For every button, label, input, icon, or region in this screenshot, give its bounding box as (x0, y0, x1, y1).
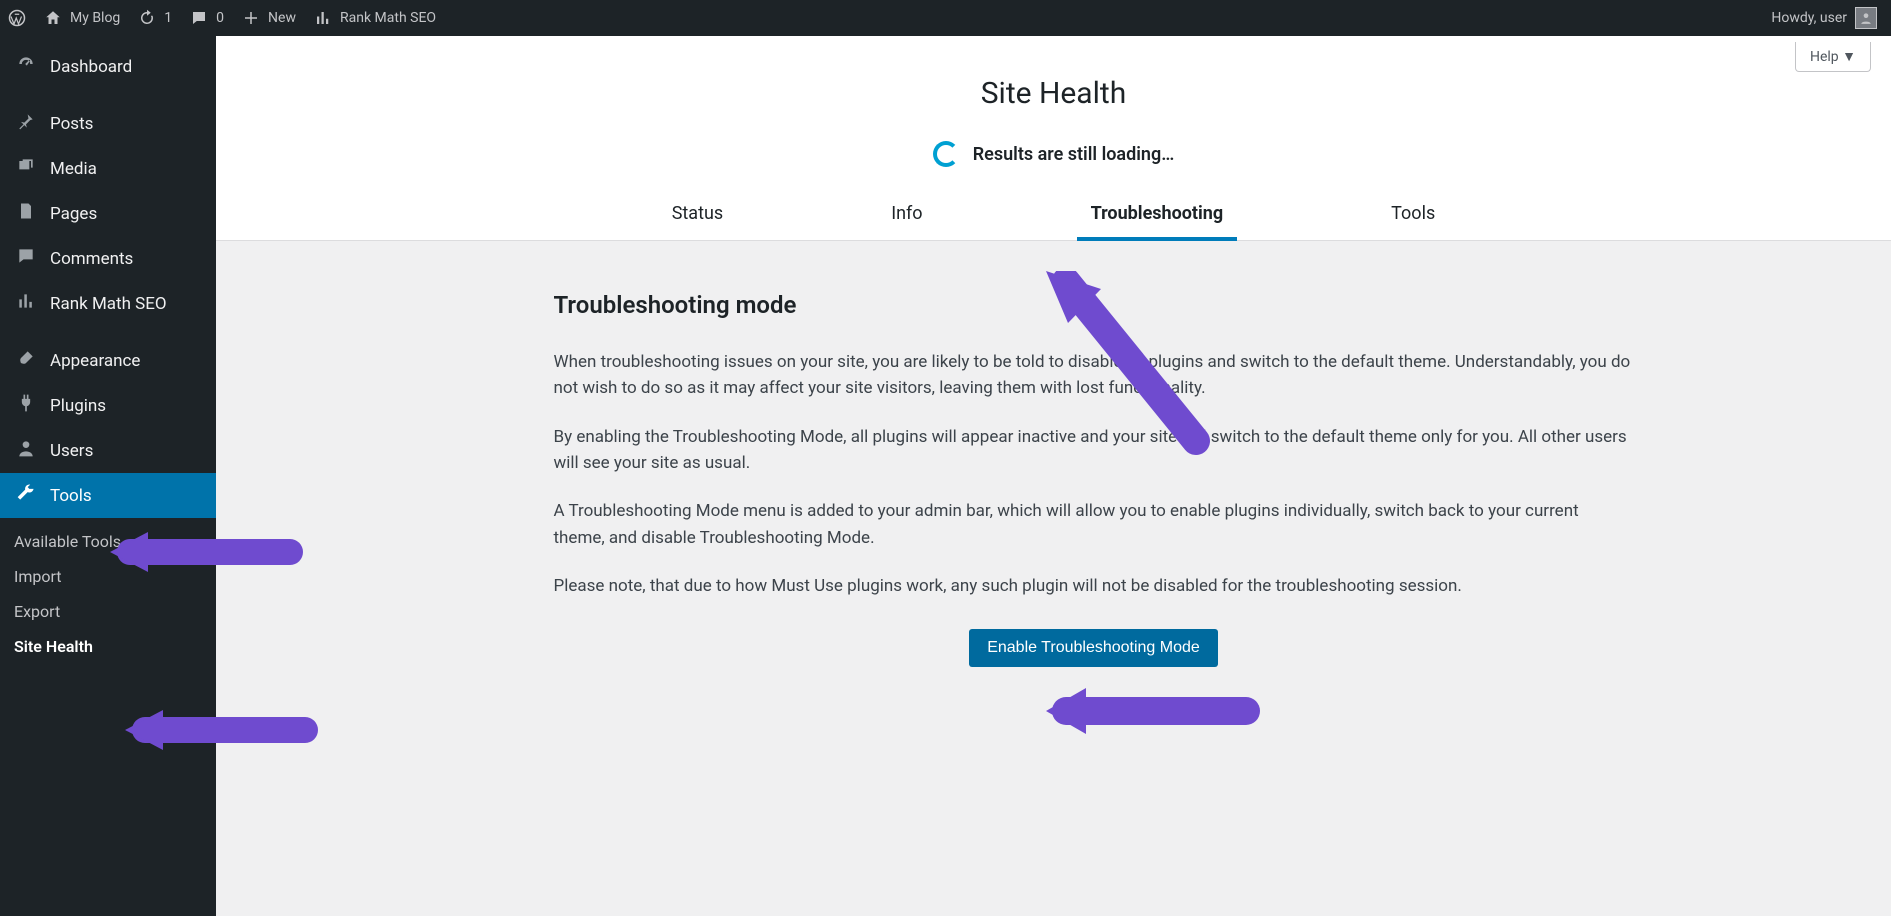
tools-icon (14, 483, 38, 508)
new-label: New (268, 10, 296, 26)
sidebar-item-label: Appearance (50, 351, 140, 371)
brush-icon (14, 348, 38, 373)
rankmath-link[interactable]: Rank Math SEO (314, 9, 436, 27)
submenu-export[interactable]: Export (0, 594, 216, 629)
home-icon (44, 9, 62, 27)
sidebar-item-label: Users (50, 441, 93, 461)
submenu-import[interactable]: Import (0, 559, 216, 594)
sidebar-item-media[interactable]: Media (0, 146, 216, 191)
user-icon (14, 438, 38, 463)
adminbar: My Blog 1 0 New Rank Math SEO Howdy, use… (0, 0, 1891, 36)
sidebar-item-plugins[interactable]: Plugins (0, 383, 216, 428)
wordpress-icon (8, 9, 26, 27)
loading-row: Results are still loading… (216, 141, 1891, 193)
sidebar-item-label: Plugins (50, 396, 106, 416)
sidebar-item-posts[interactable]: Posts (0, 101, 216, 146)
sidebar-item-label: Tools (50, 486, 92, 506)
page-title: Site Health (216, 56, 1891, 141)
site-name-link[interactable]: My Blog (44, 9, 120, 27)
enable-troubleshooting-button[interactable]: Enable Troubleshooting Mode (969, 629, 1218, 667)
spinner-icon (933, 141, 959, 167)
section-title: Troubleshooting mode (554, 291, 1634, 319)
chart-icon (14, 291, 38, 316)
comments-link[interactable]: 0 (190, 9, 224, 27)
content: Help ▼ Site Health Results are still loa… (216, 36, 1891, 916)
tools-submenu: Available Tools Import Export Site Healt… (0, 518, 216, 674)
wp-logo[interactable] (8, 9, 26, 27)
dashboard-icon (14, 54, 38, 79)
sidebar-item-dashboard[interactable]: Dashboard (0, 44, 216, 89)
new-link[interactable]: New (242, 9, 296, 27)
sidebar-item-pages[interactable]: Pages (0, 191, 216, 236)
sidebar-item-tools[interactable]: Tools (0, 473, 216, 518)
sidebar-item-label: Dashboard (50, 57, 132, 77)
submenu-site-health[interactable]: Site Health (0, 629, 216, 664)
account-link[interactable]: Howdy, user (1771, 7, 1877, 29)
rankmath-label: Rank Math SEO (340, 10, 436, 26)
loading-text: Results are still loading… (973, 144, 1174, 165)
tabrow: Status Info Troubleshooting Tools (216, 193, 1891, 241)
admin-sidebar: Dashboard Posts Media Pages Comments Ran… (0, 36, 216, 916)
submenu-available-tools[interactable]: Available Tools (0, 524, 216, 559)
tab-info[interactable]: Info (887, 193, 926, 240)
sidebar-item-comments[interactable]: Comments (0, 236, 216, 281)
plus-icon (242, 9, 260, 27)
body: Troubleshooting mode When troubleshootin… (454, 241, 1654, 707)
refresh-icon (138, 9, 156, 27)
sidebar-item-label: Posts (50, 114, 93, 134)
chevron-down-icon: ▼ (1842, 49, 1856, 65)
plug-icon (14, 393, 38, 418)
paragraph: By enabling the Troubleshooting Mode, al… (554, 424, 1634, 477)
updates-count: 1 (164, 10, 172, 26)
comment-icon (14, 246, 38, 271)
sidebar-item-label: Pages (50, 204, 97, 224)
paragraph: A Troubleshooting Mode menu is added to … (554, 498, 1634, 551)
updates-link[interactable]: 1 (138, 9, 172, 27)
site-name-label: My Blog (70, 10, 120, 26)
paragraph: When troubleshooting issues on your site… (554, 349, 1634, 402)
pin-icon (14, 111, 38, 136)
tab-troubleshooting[interactable]: Troubleshooting (1087, 193, 1228, 240)
avatar-icon (1855, 7, 1877, 29)
tab-tools[interactable]: Tools (1387, 193, 1439, 240)
tab-status[interactable]: Status (668, 193, 727, 240)
header: Site Health Results are still loading… S… (216, 36, 1891, 241)
sidebar-item-label: Media (50, 159, 97, 179)
comment-icon (190, 9, 208, 27)
sidebar-item-users[interactable]: Users (0, 428, 216, 473)
page-icon (14, 201, 38, 226)
help-label: Help (1810, 49, 1839, 65)
sidebar-item-rankmath[interactable]: Rank Math SEO (0, 281, 216, 326)
sidebar-item-appearance[interactable]: Appearance (0, 338, 216, 383)
help-tab[interactable]: Help ▼ (1795, 42, 1871, 72)
chart-icon (314, 9, 332, 27)
howdy-label: Howdy, user (1771, 10, 1847, 26)
sidebar-item-label: Rank Math SEO (50, 294, 167, 314)
paragraph: Please note, that due to how Must Use pl… (554, 573, 1634, 599)
comments-count: 0 (216, 10, 224, 26)
sidebar-item-label: Comments (50, 249, 133, 269)
media-icon (14, 156, 38, 181)
